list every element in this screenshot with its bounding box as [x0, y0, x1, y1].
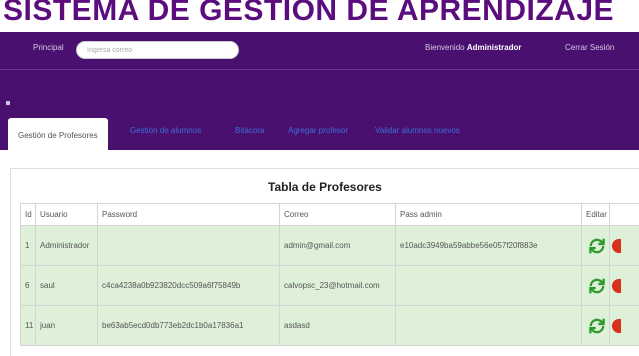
- tab-validar-alumnos[interactable]: Validar alumnos nuevos: [375, 126, 460, 135]
- nav-home-link[interactable]: Principal: [33, 43, 64, 52]
- cell-id: 6: [20, 265, 36, 306]
- table-row: 1 Administrador admin@gmail.com e10adc39…: [20, 225, 639, 266]
- edit-icon[interactable]: [581, 305, 610, 346]
- cell-usuario: Administrador: [35, 225, 98, 266]
- cell-pass-admin: [395, 265, 582, 306]
- cell-usuario: saul: [35, 265, 98, 306]
- tab-gestion-profesores[interactable]: Gestión de Profesores: [8, 118, 108, 150]
- delete-icon[interactable]: [612, 278, 621, 293]
- table-title: Tabla de Profesores: [268, 180, 382, 194]
- cell-correo: admin@gmail.com: [279, 225, 396, 266]
- refresh-arrows-icon: [589, 318, 605, 333]
- search-input[interactable]: [87, 45, 227, 56]
- professors-table: Id Usuario Password Correo Pass admin Ed…: [20, 203, 639, 346]
- col-header-editar: Editar: [581, 203, 610, 226]
- cell-password: [97, 225, 280, 266]
- cell-correo: calvopsc_23@hotmail.com: [279, 265, 396, 306]
- refresh-arrows-icon: [589, 238, 605, 253]
- col-header-password: Password: [97, 203, 280, 226]
- tab-bar: Gestión de Profesores Gestion de alumnos…: [0, 118, 639, 150]
- search-box[interactable]: [76, 41, 239, 59]
- tab-bitacora[interactable]: Bitácora: [235, 126, 264, 135]
- cell-password: be63ab5ecd0db773eb2dc1b0a17836a1: [97, 305, 280, 346]
- welcome-message: Bienvenido Administrador: [425, 43, 522, 52]
- col-header-usuario: Usuario: [35, 203, 98, 226]
- col-header-eliminar: [609, 203, 639, 226]
- delete-cell[interactable]: [609, 305, 639, 346]
- decorative-dot: [6, 101, 10, 105]
- delete-icon[interactable]: [612, 238, 621, 253]
- cell-id: 11: [20, 305, 36, 346]
- welcome-prefix: Bienvenido: [425, 43, 465, 52]
- edit-icon[interactable]: [581, 225, 610, 266]
- col-header-pass-admin: Pass admin: [395, 203, 582, 226]
- cell-usuario: juan: [35, 305, 98, 346]
- delete-icon[interactable]: [612, 318, 621, 333]
- col-header-id: Id: [20, 203, 36, 226]
- cell-pass-admin: e10adc3949ba59abbe56e057f20f883e: [395, 225, 582, 266]
- refresh-arrows-icon: [589, 278, 605, 293]
- table-row: 6 saul c4ca4238a0b923820dcc509a6f75849b …: [20, 265, 639, 306]
- table-header-row: Id Usuario Password Correo Pass admin Ed…: [20, 203, 639, 226]
- cell-correo: asdasd: [279, 305, 396, 346]
- logout-link[interactable]: Cerrar Sesión: [565, 43, 614, 52]
- edit-icon[interactable]: [581, 265, 610, 306]
- nav-divider: [0, 69, 639, 70]
- app-title: SISTEMA DE GESTION DE APRENDIZAJE: [3, 0, 615, 27]
- tab-agregar-profesor[interactable]: Agregar profesor: [288, 126, 348, 135]
- col-header-correo: Correo: [279, 203, 396, 226]
- table-row: 11 juan be63ab5ecd0db773eb2dc1b0a17836a1…: [20, 305, 639, 346]
- delete-cell[interactable]: [609, 225, 639, 266]
- cell-pass-admin: [395, 305, 582, 346]
- header-bar: Principal Bienvenido Administrador Cerra…: [0, 32, 639, 150]
- cell-password: c4ca4238a0b923820dcc509a6f75849b: [97, 265, 280, 306]
- welcome-username: Administrador: [466, 43, 522, 52]
- delete-cell[interactable]: [609, 265, 639, 306]
- cell-id: 1: [20, 225, 36, 266]
- top-navigation: Principal Bienvenido Administrador Cerra…: [0, 32, 639, 68]
- tab-gestion-alumnos[interactable]: Gestion de alumnos: [130, 126, 201, 135]
